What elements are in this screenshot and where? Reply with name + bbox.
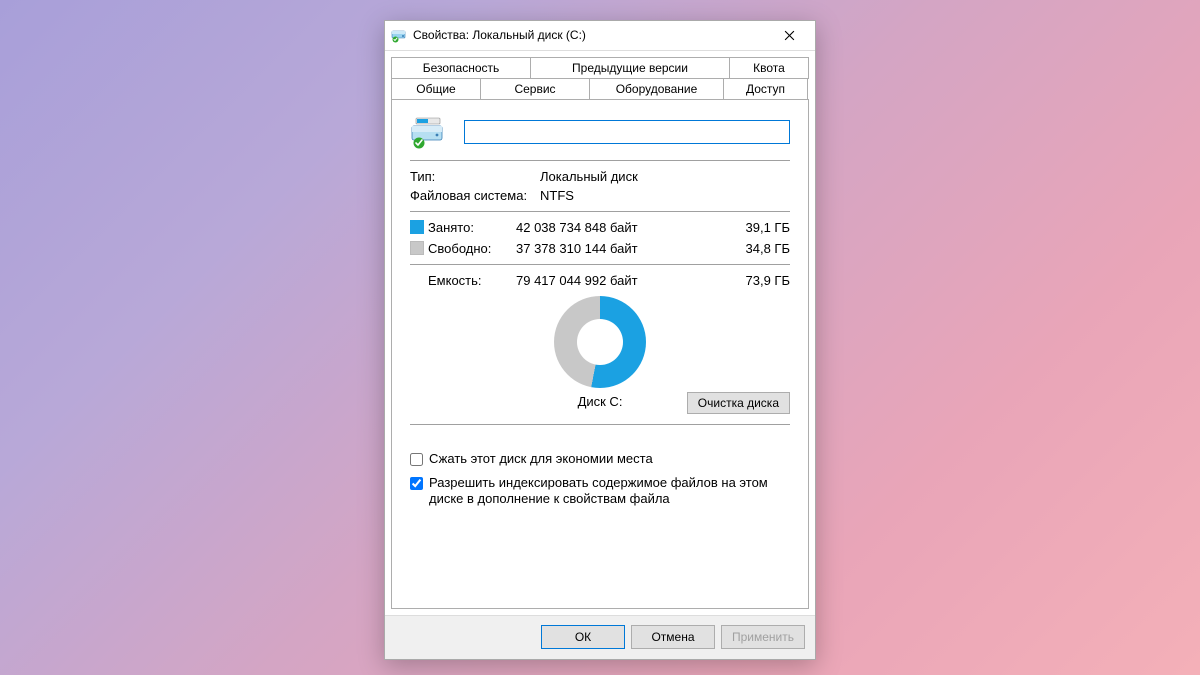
tab-оборудование[interactable]: Оборудование <box>589 78 724 100</box>
disk-cleanup-button[interactable]: Очистка диска <box>687 392 790 414</box>
compress-checkbox[interactable] <box>410 453 423 466</box>
type-label: Тип: <box>410 169 540 184</box>
free-bytes: 37 378 310 144 байт <box>516 241 720 256</box>
capacity-bytes: 79 417 044 992 байт <box>516 273 720 288</box>
free-swatch <box>410 241 424 255</box>
free-gb: 34,8 ГБ <box>720 241 790 256</box>
drive-icon-large <box>410 114 446 150</box>
capacity-label: Емкость: <box>428 273 516 288</box>
chart-label: Диск C: <box>578 394 623 409</box>
index-label[interactable]: Разрешить индексировать содержимое файло… <box>429 475 790 508</box>
tab-panel-general: Тип: Локальный диск Файловая система: NT… <box>391 99 809 609</box>
properties-dialog: Свойства: Локальный диск (C:) Безопаснос… <box>384 20 816 660</box>
tab-предыдущие-версии[interactable]: Предыдущие версии <box>530 57 730 79</box>
filesystem-value: NTFS <box>540 188 790 203</box>
ok-button[interactable]: ОК <box>541 625 625 649</box>
titlebar: Свойства: Локальный диск (C:) <box>385 21 815 51</box>
tab-квота[interactable]: Квота <box>729 57 809 79</box>
dialog-footer: ОК Отмена Применить <box>385 615 815 659</box>
window-title: Свойства: Локальный диск (C:) <box>413 28 769 42</box>
index-checkbox[interactable] <box>410 477 423 490</box>
free-label: Свободно: <box>428 241 516 256</box>
divider <box>410 424 790 425</box>
close-button[interactable] <box>769 21 809 49</box>
used-label: Занято: <box>428 220 516 235</box>
used-bytes: 42 038 734 848 байт <box>516 220 720 235</box>
drive-icon <box>391 27 407 43</box>
divider <box>410 160 790 161</box>
tab-сервис[interactable]: Сервис <box>480 78 590 100</box>
used-gb: 39,1 ГБ <box>720 220 790 235</box>
divider <box>410 211 790 212</box>
divider <box>410 264 790 265</box>
type-value: Локальный диск <box>540 169 790 184</box>
cancel-button[interactable]: Отмена <box>631 625 715 649</box>
capacity-gb: 73,9 ГБ <box>720 273 790 288</box>
usage-pie-chart <box>554 296 646 388</box>
compress-label[interactable]: Сжать этот диск для экономии места <box>429 451 653 467</box>
tab-общие[interactable]: Общие <box>391 78 481 100</box>
tab-доступ[interactable]: Доступ <box>723 78 808 100</box>
used-swatch <box>410 220 424 234</box>
filesystem-label: Файловая система: <box>410 188 540 203</box>
apply-button[interactable]: Применить <box>721 625 805 649</box>
volume-label-input[interactable] <box>464 120 790 144</box>
tab-безопасность[interactable]: Безопасность <box>391 57 531 79</box>
tabs: БезопасностьПредыдущие версииКвота Общие… <box>385 51 815 100</box>
